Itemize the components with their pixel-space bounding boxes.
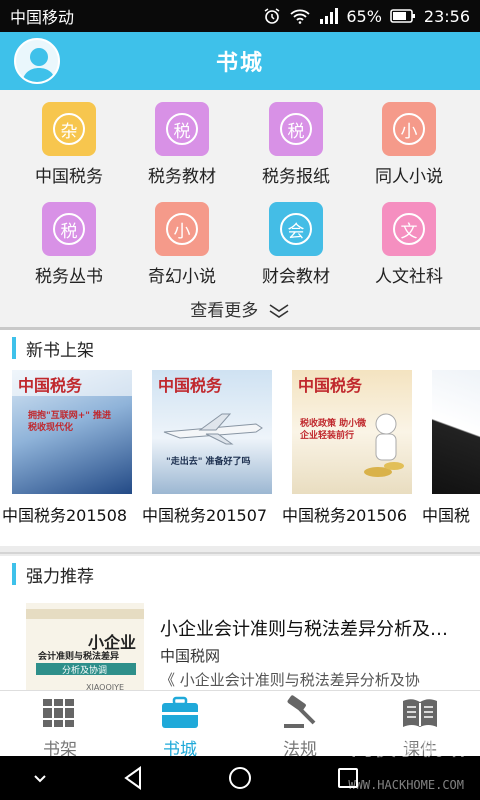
category-icon: 税 [269, 102, 323, 156]
tab-regulations[interactable]: 法规 [240, 691, 360, 760]
category-label: 同人小说 [375, 167, 443, 187]
category-icon: 小 [382, 102, 436, 156]
category-label: 奇幻小说 [148, 267, 216, 287]
watermark-logo: 网侠手机站 [350, 736, 466, 761]
category-item[interactable]: 小 同人小说 [353, 102, 465, 187]
see-more-label: 查看更多 [190, 301, 259, 321]
home-icon[interactable] [226, 764, 254, 792]
category-item[interactable]: 税 税务教材 [126, 102, 238, 187]
category-icon: 税 [155, 102, 209, 156]
section-accent [12, 337, 16, 359]
book-item[interactable]: 中国税务 拥抱"互联网+" 推进税收现代化 中国税务201508 [2, 370, 142, 526]
book-cover: 小企业 会计准则与税法差异 分析及协调 XIAOQIYE [26, 603, 144, 695]
category-label: 税务报纸 [262, 167, 330, 187]
category-icon: 小 [155, 202, 209, 256]
category-label: 税务教材 [148, 167, 216, 187]
back-icon[interactable] [120, 764, 148, 792]
open-book-icon [403, 699, 437, 727]
watermark-url: WWW.HACKHOME.COM [348, 778, 464, 792]
category-label: 中国税务 [35, 167, 103, 187]
category-item[interactable]: 会 财会教材 [240, 202, 352, 287]
chevron-down-icon [269, 304, 289, 318]
avatar[interactable] [14, 38, 60, 84]
tab-bookstore[interactable]: 书城 [120, 691, 240, 760]
category-item[interactable]: 税 税务报纸 [240, 102, 352, 187]
book-cover: 中国税务 拥抱"互联网+" 推进税收现代化 [12, 370, 132, 494]
recommend-desc: 《 小企业会计准则与税法差异分析及协 [160, 671, 420, 689]
category-item[interactable]: 杂 中国税务 [13, 102, 125, 187]
wifi-icon [290, 9, 310, 24]
briefcase-icon [162, 696, 198, 728]
recommend-item[interactable]: 小企业 会计准则与税法差异 分析及协调 XIAOQIYE 小企业会计准则与税法差… [0, 595, 480, 695]
gavel-icon [284, 695, 316, 728]
section-accent [12, 563, 16, 585]
category-label: 税务丛书 [35, 267, 103, 287]
category-grid: 杂 中国税务 税 税务教材 税 税务报纸 小 同人小说 税 税务丛书 小 奇幻小… [0, 90, 480, 328]
category-icon: 会 [269, 202, 323, 256]
category-item[interactable]: 文 人文社科 [353, 202, 465, 287]
category-icon: 杂 [42, 102, 96, 156]
app-header: 书城 [0, 32, 480, 90]
new-books-header: 新书上架 [0, 330, 480, 366]
status-bar: 中国移动 65% 23:56 [0, 0, 480, 32]
bookshelf-icon [43, 699, 74, 727]
category-icon: 税 [42, 202, 96, 256]
book-item[interactable]: 中国税 [422, 370, 480, 526]
page-title: 书城 [215, 51, 264, 76]
alarm-icon [264, 8, 280, 24]
book-title: 中国税务201507 [142, 506, 268, 525]
chevron-down-icon[interactable] [26, 764, 54, 792]
book-item[interactable]: 中国税务 税收政策 助小微企业轻装前行 中国税务201506 [282, 370, 422, 526]
user-icon [22, 48, 56, 82]
book-title: 中国税务201508 [2, 506, 128, 525]
book-cover: 中国税务 税收政策 助小微企业轻装前行 [292, 370, 412, 494]
clock: 23:56 [423, 6, 470, 26]
section-title: 强力推荐 [26, 566, 94, 587]
carrier-label: 中国移动 [10, 8, 75, 27]
book-title: 中国税务201506 [282, 506, 408, 525]
book-cover [432, 370, 480, 494]
recommend-title: 小企业会计准则与税法差异分析及… [160, 619, 448, 640]
recommend-source: 中国税网 [160, 647, 221, 665]
category-label: 财会教材 [262, 267, 330, 287]
section-gap [0, 546, 480, 556]
book-cover: 中国税务 "走出去" 准备好了吗 [152, 370, 272, 494]
category-icon: 文 [382, 202, 436, 256]
battery-icon [390, 9, 415, 23]
category-item[interactable]: 税 税务丛书 [13, 202, 125, 287]
battery-percent: 65% [346, 6, 382, 26]
book-title: 中国税 [422, 506, 471, 525]
section-title: 新书上架 [26, 340, 94, 361]
category-label: 人文社科 [375, 267, 443, 287]
book-item[interactable]: 中国税务 "走出去" 准备好了吗 中国税务201507 [142, 370, 282, 526]
divider [0, 552, 480, 554]
see-more-button[interactable]: 查看更多 [0, 296, 480, 321]
app-screen: 中国移动 65% 23:56 书城 杂 中国税务 税 税务教材 税 税务报纸 小… [0, 0, 480, 800]
recommend-header: 强力推荐 [0, 556, 480, 592]
signal-icon [320, 8, 339, 24]
tab-bookshelf[interactable]: 书架 [0, 691, 120, 760]
category-item[interactable]: 小 奇幻小说 [126, 202, 238, 287]
new-books-carousel[interactable]: 中国税务 拥抱"互联网+" 推进税收现代化 中国税务201508 中国税务 "走… [0, 366, 480, 546]
